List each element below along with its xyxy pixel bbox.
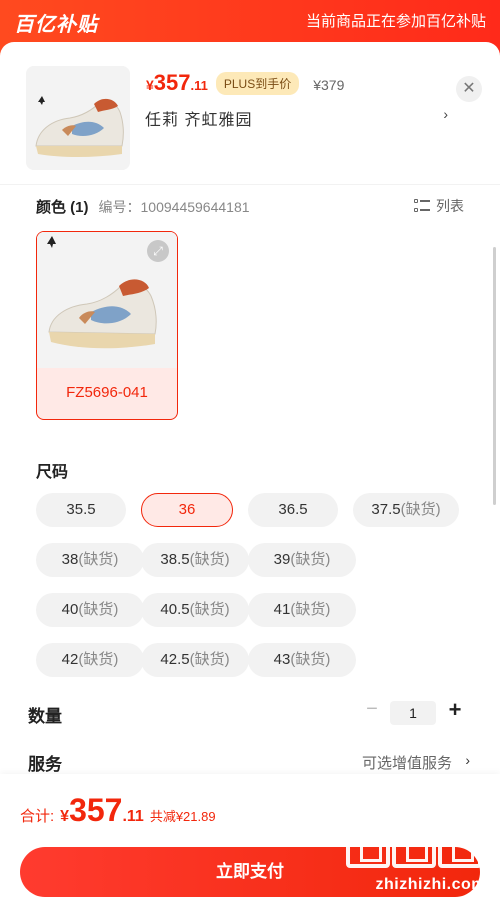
scrollbar[interactable]	[493, 247, 496, 505]
quantity-label: 数量	[28, 707, 62, 726]
size-value: 40.5	[160, 601, 190, 618]
size-option[interactable]: 39(缺货)	[248, 543, 356, 577]
service-value[interactable]: 可选增值服务	[362, 752, 452, 773]
size-out-of-stock-note: (缺货)	[78, 551, 119, 568]
size-value: 38.5	[160, 551, 190, 568]
size-value: 36	[178, 501, 196, 518]
close-icon: ✕	[462, 80, 476, 97]
size-out-of-stock-note: (缺货)	[290, 551, 331, 568]
plus-price-badge: PLUS到手价	[215, 71, 300, 95]
size-title: 尺码	[36, 464, 69, 481]
quantity-decrease-button[interactable]: −	[362, 698, 382, 721]
size-value: 39	[273, 551, 291, 568]
size-option[interactable]: 36	[141, 493, 233, 527]
price-row: ¥ 357 .11 PLUS到手价 ¥379	[146, 70, 344, 96]
size-value: 35.5	[66, 501, 96, 518]
size-option[interactable]: 42.5(缺货)	[141, 643, 249, 677]
size-option[interactable]: 43(缺货)	[248, 643, 356, 677]
size-out-of-stock-note: (缺货)	[189, 651, 230, 668]
chevron-right-icon[interactable]: ›	[465, 752, 470, 768]
watermark-logo	[346, 824, 482, 868]
size-value: 41	[273, 601, 291, 618]
product-code: 编号：10094459644181	[98, 198, 250, 215]
color-header: 颜色 (1) 编号：10094459644181	[36, 196, 250, 217]
list-view-toggle[interactable]: 列表	[414, 196, 464, 216]
expand-icon[interactable]: ⤢	[147, 240, 169, 262]
size-out-of-stock-note: (缺货)	[189, 551, 230, 568]
total-row: 合计: ¥ 357 .11 共减¥21.89	[20, 792, 216, 829]
service-label: 服务	[28, 755, 62, 774]
quantity-increase-button[interactable]: +	[444, 697, 466, 723]
size-out-of-stock-note: (缺货)	[290, 601, 331, 618]
total-integer: 357	[69, 792, 123, 828]
size-value: 37.5	[371, 501, 401, 518]
size-out-of-stock-note: (缺货)	[78, 651, 119, 668]
size-out-of-stock-note: (缺货)	[78, 601, 119, 618]
quantity-input[interactable]: 1	[390, 701, 436, 725]
size-option[interactable]: 38(缺货)	[36, 543, 144, 577]
subsidy-note: 当前商品正在参加百亿补贴	[305, 13, 486, 30]
size-option[interactable]: 37.5(缺货)	[353, 493, 459, 527]
size-value: 36.5	[278, 501, 308, 518]
size-value: 40	[61, 601, 79, 618]
color-option-label: FZ5696-041	[66, 384, 148, 401]
total-saved: 共减¥21.89	[149, 809, 216, 824]
chevron-right-icon[interactable]: ›	[443, 106, 448, 122]
size-option[interactable]: 40(缺货)	[36, 593, 144, 627]
size-option[interactable]: 40.5(缺货)	[141, 593, 249, 627]
size-option[interactable]: 42(缺货)	[36, 643, 144, 677]
color-title: 颜色 (1)	[36, 199, 89, 216]
size-value: 42	[61, 651, 79, 668]
size-option[interactable]: 36.5	[248, 493, 338, 527]
total-label: 合计:	[20, 808, 55, 825]
color-option-card[interactable]: ⤢ FZ5696-041	[36, 231, 178, 420]
plus-price: ¥379	[313, 77, 345, 93]
list-toggle-label: 列表	[436, 198, 464, 214]
total-decimal: .11	[122, 808, 144, 825]
size-option[interactable]: 41(缺货)	[248, 593, 356, 627]
size-option[interactable]: 35.5	[36, 493, 126, 527]
watermark-text: zhizhizhi.com	[375, 876, 486, 893]
total-symbol: ¥	[60, 808, 70, 825]
sku-selector-sheet: ¥ 357 .11 PLUS到手价 ¥379 ✕ 任莉 齐虹雅园 › 颜色 (1…	[0, 42, 500, 904]
size-option[interactable]: 38.5(缺货)	[141, 543, 249, 577]
watermark: zhizhizhi.com	[346, 824, 486, 904]
price-symbol: ¥	[146, 77, 154, 93]
price-decimal: .11	[190, 78, 208, 93]
size-out-of-stock-note: (缺货)	[400, 501, 441, 518]
list-icon	[414, 199, 430, 213]
size-out-of-stock-note: (缺货)	[290, 651, 331, 668]
size-value: 42.5	[160, 651, 190, 668]
close-button[interactable]: ✕	[456, 76, 482, 102]
delivery-address[interactable]: 任莉 齐虹雅园	[145, 106, 252, 130]
size-value: 38	[61, 551, 79, 568]
size-value: 43	[273, 651, 291, 668]
product-thumbnail[interactable]	[26, 66, 130, 170]
subsidy-logo: 百亿补贴	[14, 14, 98, 36]
price-integer: 357	[153, 70, 191, 95]
size-out-of-stock-note: (缺货)	[189, 601, 230, 618]
sneaker-image	[26, 66, 130, 170]
